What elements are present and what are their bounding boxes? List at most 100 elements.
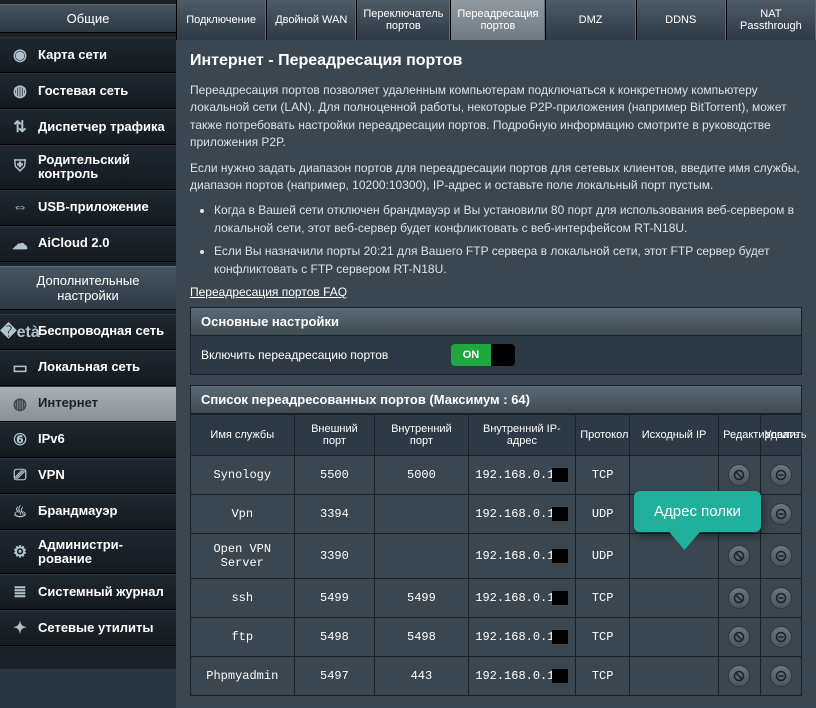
edit-button[interactable] [728, 626, 750, 648]
cell-ip: 192.168.0.1 [468, 578, 576, 617]
delete-button[interactable] [770, 464, 792, 486]
basic-settings-header: Основные настройки [190, 307, 802, 336]
sidebar-item-label: Системный журнал [38, 585, 164, 599]
tab-6[interactable]: NAT Passthrough [726, 0, 816, 40]
sidebar-item-label: Беспроводная сеть [38, 324, 164, 338]
cell-proto: TCP [576, 656, 630, 695]
sidebar-icon: ⚙ [10, 542, 30, 562]
cell-proto: UDP [576, 533, 630, 578]
page-title: Интернет - Переадресация портов [190, 52, 802, 70]
tab-2[interactable]: Переключатель портов [356, 0, 450, 40]
col-delete: Удалить [760, 414, 801, 455]
sidebar-adv-item-8[interactable]: ✦ Сетевые утилиты [0, 610, 176, 646]
sidebar-adv-item-3[interactable]: ⑥IPv6 [0, 422, 176, 458]
sidebar-icon: ◍ [10, 394, 30, 414]
table-row: Synology55005000192.168.0.1TCP [191, 455, 802, 494]
sidebar-item-label: IPv6 [38, 432, 65, 446]
cell-srcip [630, 455, 719, 494]
sidebar-item-label: AiCloud 2.0 [38, 236, 110, 250]
sidebar-icon: ⇅ [10, 117, 30, 137]
tab-4[interactable]: DMZ [545, 0, 635, 40]
tab-1[interactable]: Двойной WAN [266, 0, 356, 40]
port-list-header: Список переадресованных портов (Максимум… [190, 385, 802, 414]
delete-button[interactable] [770, 665, 792, 687]
cell-srcip [630, 617, 719, 656]
port-table: Имя службы Внешний порт Внутренний порт … [190, 414, 802, 696]
cell-name: Synology [191, 455, 295, 494]
cell-intport [375, 494, 468, 533]
cell-ip: 192.168.0.1 [468, 455, 576, 494]
sidebar-item-label: Карта сети [38, 48, 107, 62]
enable-forwarding-toggle[interactable]: ON [451, 344, 515, 366]
sidebar-adv-item-1[interactable]: ▭Локальная сеть [0, 350, 176, 386]
cell-proto: TCP [576, 455, 630, 494]
sidebar-adv-item-5[interactable]: ♨Брандмауэр [0, 494, 176, 530]
sidebar-item-label: USB-приложение [38, 200, 149, 214]
col-internal-ip: Внутренний IP-адрес [468, 414, 576, 455]
cell-name: Open VPN Server [191, 533, 295, 578]
sidebar-item-label: Интернет [38, 396, 98, 410]
table-row: Phpmyadmin5497443192.168.0.1TCP [191, 656, 802, 695]
tab-0[interactable]: Подключение [176, 0, 266, 40]
sidebar-icon: ⇔ [10, 198, 30, 218]
cell-srcip [630, 656, 719, 695]
delete-button[interactable] [770, 587, 792, 609]
sidebar-item-label: Локальная сеть [38, 360, 140, 374]
cell-intport: 5000 [375, 455, 468, 494]
sidebar-item-0[interactable]: ◉Карта сети [0, 37, 176, 73]
sidebar-icon: ⛨ [10, 157, 30, 177]
cell-ip: 192.168.0.1 [468, 656, 576, 695]
cell-intport [375, 533, 468, 578]
cell-name: Vpn [191, 494, 295, 533]
sidebar-item-3[interactable]: ⛨ Родительский контроль [0, 145, 176, 190]
tab-5[interactable]: DDNS [636, 0, 726, 40]
cell-extport: 5499 [294, 578, 375, 617]
note-1: Когда в Вашей сети отключен брандмауэр и… [214, 202, 802, 237]
sidebar-icon: ⎚ [10, 466, 30, 486]
sidebar-item-label: Сетевые утилиты [38, 621, 153, 635]
sidebar-adv-item-0[interactable]: �età Беспроводная сеть [0, 314, 176, 350]
sidebar-adv-item-4[interactable]: ⎚ VPN [0, 458, 176, 494]
col-edit: Редактировать [719, 414, 760, 455]
cell-ip: 192.168.0.1 [468, 533, 576, 578]
sidebar-item-label: Диспетчер трафика [38, 120, 165, 134]
sidebar-item-2[interactable]: ⇅ Диспетчер трафика [0, 109, 176, 145]
description-2: Если нужно задать диапазон портов для пе… [190, 160, 802, 195]
tab-3[interactable]: Переадресация портов [450, 0, 545, 40]
main-panel: ПодключениеДвойной WANПереключатель порт… [176, 0, 816, 708]
cell-srcip [630, 578, 719, 617]
cell-intport: 443 [375, 656, 468, 695]
sidebar-item-4[interactable]: ⇔ USB-приложение [0, 190, 176, 226]
sidebar-item-label: Родительский контроль [38, 153, 166, 182]
cell-extport: 5497 [294, 656, 375, 695]
sidebar-item-label: Гостевая сеть [38, 84, 128, 98]
callout-tooltip: Адрес полки [634, 491, 761, 532]
sidebar-item-label: VPN [38, 468, 65, 482]
edit-button[interactable] [728, 464, 750, 486]
sidebar-adv-item-7[interactable]: ≣Системный журнал [0, 574, 176, 610]
sidebar-adv-item-2[interactable]: ◍ Интернет [0, 386, 176, 422]
sidebar-icon: ◍ [10, 81, 30, 101]
edit-button[interactable] [728, 665, 750, 687]
col-internal-port: Внутренний порт [375, 414, 468, 455]
cell-intport: 5498 [375, 617, 468, 656]
col-source-ip: Исходный IP [630, 414, 719, 455]
sidebar-adv-item-6[interactable]: ⚙Администри­рование [0, 530, 176, 575]
table-row: ftp54985498192.168.0.1TCP [191, 617, 802, 656]
edit-button[interactable] [728, 587, 750, 609]
faq-link[interactable]: Переадресация портов FAQ [190, 285, 347, 299]
delete-button[interactable] [770, 545, 792, 567]
sidebar-item-1[interactable]: ◍ Гостевая сеть [0, 73, 176, 109]
col-service-name: Имя службы [191, 414, 295, 455]
delete-button[interactable] [770, 503, 792, 525]
edit-button[interactable] [728, 545, 750, 567]
cell-name: ssh [191, 578, 295, 617]
cell-proto: TCP [576, 578, 630, 617]
table-row: Open VPN Server3390 192.168.0.1UDP [191, 533, 802, 578]
delete-button[interactable] [770, 626, 792, 648]
sidebar-icon: ✦ [10, 618, 30, 638]
sidebar-icon: �età [10, 322, 30, 342]
sidebar-item-5[interactable]: ☁AiCloud 2.0 [0, 226, 176, 262]
tab-bar: ПодключениеДвойной WANПереключатель порт… [176, 0, 816, 40]
cell-extport: 3390 [294, 533, 375, 578]
